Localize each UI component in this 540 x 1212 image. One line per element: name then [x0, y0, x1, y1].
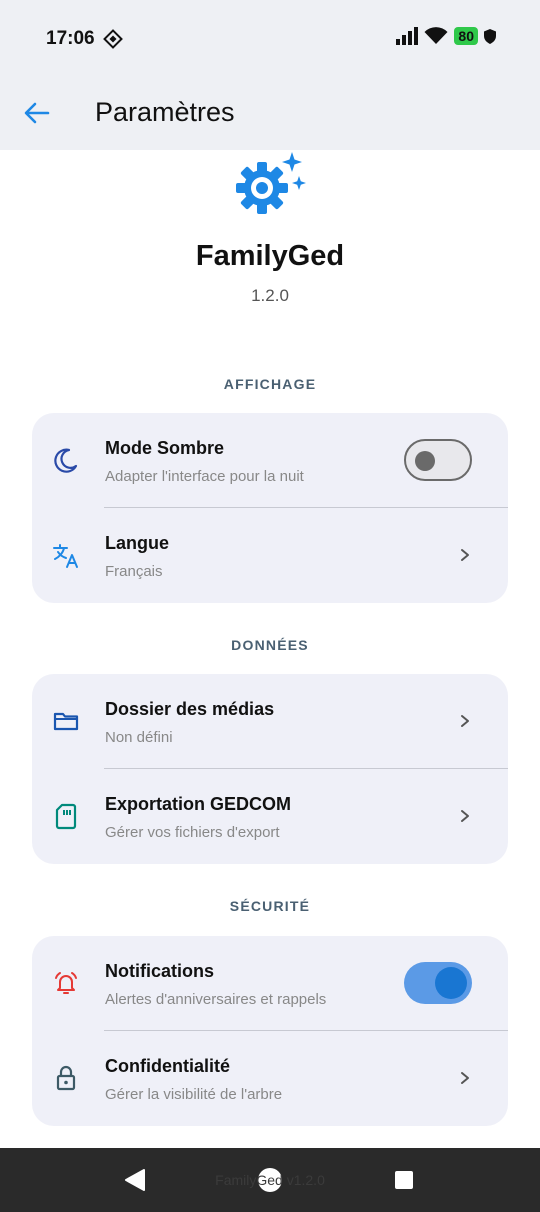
notifications-toggle[interactable]	[404, 962, 472, 1004]
media-folder-row[interactable]: Dossier des médias Non défini	[32, 674, 508, 769]
translate-icon	[53, 544, 78, 568]
dark-mode-row[interactable]: Mode Sombre Adapter l'interface pour la …	[32, 413, 508, 508]
language-row[interactable]: Langue Français	[32, 508, 508, 603]
battery-level: 80	[454, 27, 478, 45]
app-version: 1.2.0	[251, 286, 289, 305]
language-subtitle: Français	[105, 563, 163, 580]
display-settings-card: Mode Sombre Adapter l'interface pour la …	[32, 413, 508, 603]
gedcom-export-title: Exportation GEDCOM	[105, 794, 292, 814]
chevron-right-icon	[461, 549, 469, 561]
data-settings-card: Dossier des médias Non défini Exportatio…	[32, 674, 508, 864]
lock-icon	[56, 1065, 76, 1091]
gedcom-export-row[interactable]: Exportation GEDCOM Gérer vos fichiers d'…	[32, 769, 508, 864]
notifications-title: Notifications	[105, 961, 215, 981]
system-navigation-bar	[0, 1148, 540, 1212]
app-bar: Paramètres	[0, 76, 540, 150]
dark-mode-subtitle: Adapter l'interface pour la nuit	[105, 468, 304, 485]
page-title: Paramètres	[95, 97, 235, 127]
status-icons: 80	[396, 27, 496, 45]
status-time: 17:06	[46, 28, 95, 49]
status-bar: 17:06 80	[0, 0, 540, 76]
nav-back-icon[interactable]	[124, 1168, 146, 1192]
dark-mode-title: Mode Sombre	[105, 438, 225, 458]
section-title-data: DONNÉES	[231, 637, 309, 653]
wifi-icon	[424, 27, 448, 44]
security-settings-card: Notifications Alertes d'anniversaires et…	[32, 936, 508, 1126]
alarm-bell-icon	[55, 972, 77, 994]
gedcom-export-subtitle: Gérer vos fichiers d'export	[105, 824, 280, 841]
app-notification-icon	[103, 29, 123, 49]
language-title: Langue	[105, 533, 170, 553]
folder-icon	[53, 712, 79, 731]
section-title-security: SÉCURITÉ	[229, 898, 311, 914]
section-title-display: AFFICHAGE	[223, 376, 317, 392]
chevron-right-icon	[461, 1072, 469, 1084]
privacy-subtitle: Gérer la visibilité de l'arbre	[105, 1086, 283, 1103]
nav-recent-apps-button[interactable]	[395, 1171, 413, 1189]
toggle-knob	[415, 451, 435, 471]
media-folder-subtitle: Non défini	[105, 729, 173, 746]
app-name: FamilyGed	[195, 240, 345, 272]
dark-mode-toggle[interactable]	[404, 439, 472, 481]
moon-icon	[54, 448, 78, 473]
signal-icon	[396, 27, 419, 45]
sd-card-icon	[55, 803, 77, 830]
settings-gear-icon	[236, 152, 306, 214]
shield-icon	[484, 28, 496, 44]
media-folder-title: Dossier des médias	[105, 699, 275, 719]
privacy-row[interactable]: Confidentialité Gérer la visibilité de l…	[32, 1031, 508, 1126]
nav-home-button[interactable]	[258, 1168, 282, 1192]
toggle-knob	[435, 967, 467, 999]
privacy-title: Confidentialité	[105, 1056, 230, 1076]
notifications-subtitle: Alertes d'anniversaires et rappels	[105, 991, 327, 1008]
chevron-right-icon	[461, 715, 469, 727]
back-arrow-icon[interactable]	[22, 98, 52, 128]
notifications-row[interactable]: Notifications Alertes d'anniversaires et…	[32, 936, 508, 1031]
chevron-right-icon	[461, 810, 469, 822]
